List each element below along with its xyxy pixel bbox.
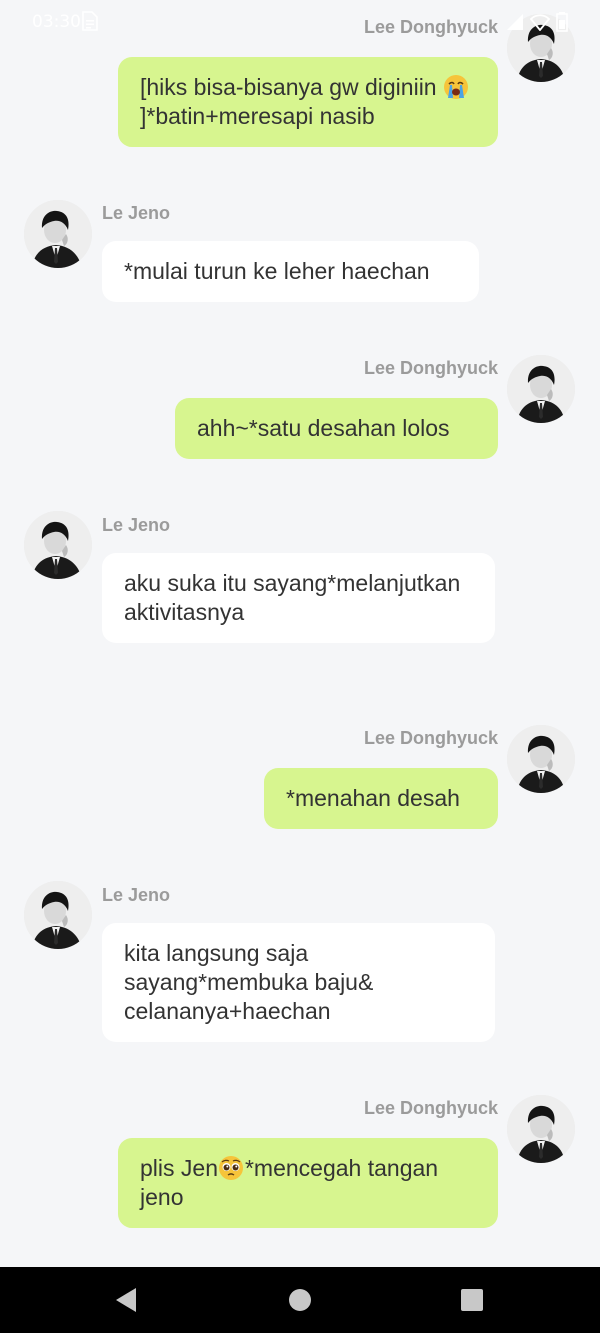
status-time: 03:30 <box>32 12 81 32</box>
avatar[interactable] <box>24 200 92 268</box>
message-bubble[interactable]: [hiks bisa-bisanya gw diginiin ]*batin+m… <box>118 57 498 147</box>
avatar[interactable] <box>24 511 92 579</box>
home-button[interactable] <box>284 1284 316 1316</box>
chat-area[interactable]: Lee Donghyuck [hiks bisa-bisanya gw digi… <box>0 0 600 1267</box>
message-text: *mulai turun ke leher haechan <box>124 258 430 284</box>
message-bubble[interactable]: *mulai turun ke leher haechan <box>102 241 479 302</box>
message-bubble[interactable]: kita langsung saja sayang*membuka baju& … <box>102 923 495 1042</box>
back-button[interactable] <box>110 1284 142 1316</box>
message-text: [hiks bisa-bisanya gw diginiin <box>140 74 443 100</box>
sender-name: Le Jeno <box>102 515 171 535</box>
message-bubble[interactable]: *menahan desah <box>264 768 498 829</box>
navigation-bar <box>0 1267 600 1333</box>
sender-name: Lee Donghyuck <box>363 1098 498 1118</box>
message-text: ahh~*satu desahan lolos <box>197 415 450 441</box>
message-bubble[interactable]: plis Jen *mencegah tangan jeno <box>118 1138 498 1228</box>
message-bubble[interactable]: aku suka itu sayang*melanjutkan aktivita… <box>102 553 495 643</box>
message-text: kita langsung saja sayang*membuka baju& … <box>124 940 380 1024</box>
message-text: *menahan desah <box>286 785 460 811</box>
sender-name: Lee Donghyuck <box>363 358 498 378</box>
recents-button[interactable] <box>456 1284 488 1316</box>
avatar[interactable] <box>507 725 575 793</box>
sender-name: Le Jeno <box>102 203 171 223</box>
signal-icon <box>506 13 524 31</box>
pleading-face-icon <box>218 1155 244 1181</box>
avatar[interactable] <box>24 881 92 949</box>
loudly-crying-face-icon <box>443 74 469 100</box>
message-text: ]*batin+meresapi nasib <box>140 103 375 129</box>
wifi-icon <box>530 13 550 31</box>
message-text: plis Jen <box>140 1155 218 1181</box>
battery-icon <box>556 12 568 32</box>
status-bar: 03:30 <box>0 0 600 44</box>
message-bubble[interactable]: ahh~*satu desahan lolos <box>175 398 498 459</box>
status-icons <box>506 12 568 32</box>
document-icon <box>82 11 98 31</box>
avatar[interactable] <box>507 1095 575 1163</box>
message-text: aku suka itu sayang*melanjutkan aktivita… <box>124 570 467 625</box>
sender-name: Lee Donghyuck <box>363 728 498 748</box>
avatar[interactable] <box>507 355 575 423</box>
sender-name: Le Jeno <box>102 885 171 905</box>
